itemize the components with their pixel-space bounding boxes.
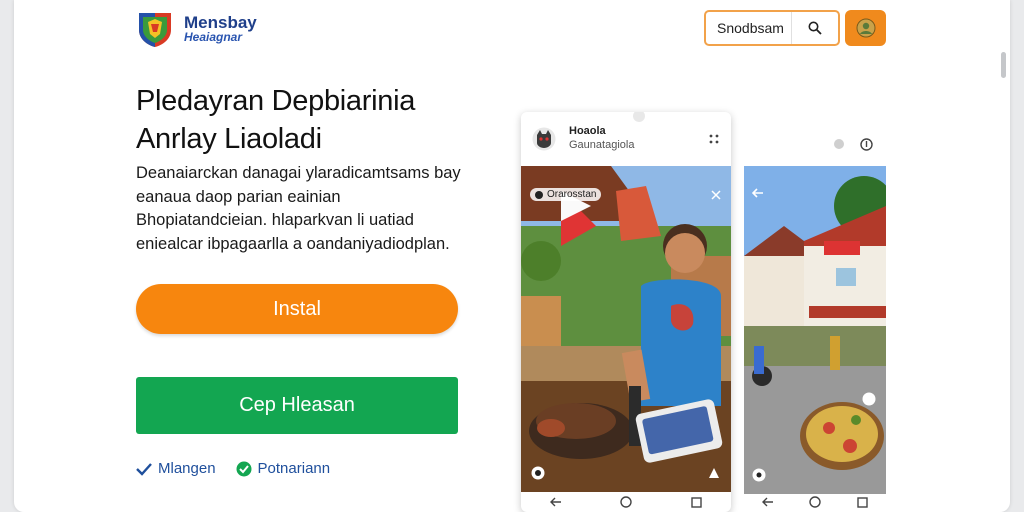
home-nav-icon[interactable] [620,496,633,508]
brand-text: Mensbay Heaiagnar [184,14,257,44]
phone-header: Hoaola Gaunatagiola [521,112,731,166]
feature-list: Mlangen Potnariann [136,460,330,477]
landing-page: Mensbay Heaiagnar Snodbsam Pledayran Dep… [14,0,1010,512]
recent-nav-icon[interactable] [857,496,868,508]
shield-logo-icon [139,13,171,47]
more-icon[interactable] [862,392,876,406]
hero-title-line1: Pledayran Depbiarinia [136,85,416,117]
feature-label: Mlangen [158,460,216,477]
scrollbar[interactable] [1001,52,1006,78]
check-icon [136,462,152,476]
photo-illustration [744,166,886,494]
hero-title: Pledayran Depbiarinia Anrlay Liaoladi [136,82,496,158]
avatar-icon [856,18,875,38]
phone-navbar [521,492,731,512]
comment-icon[interactable] [752,468,766,482]
camera-notch [633,112,645,122]
photo-tag[interactable]: Orarosstan [530,188,602,201]
camera-icon[interactable] [531,466,545,480]
brand-logo[interactable]: Mensbay Heaiagnar [136,10,257,48]
recent-nav-icon[interactable] [691,496,702,508]
app-title: Hoaola [569,125,606,137]
app-subtitle: Gaunatagiola [569,139,635,151]
phone-header [744,120,886,166]
profile-button[interactable] [845,10,886,46]
share-icon[interactable] [707,466,721,480]
photo-illustration [521,166,731,492]
brand-name: Mensbay [184,13,257,32]
back-nav-icon[interactable] [550,497,562,507]
close-icon[interactable] [711,190,721,200]
feature-item: Mlangen [136,460,216,477]
search-box[interactable]: Snodbsam [704,10,840,46]
cat-avatar-icon [532,127,556,151]
hero-title-line2: Anrlay Liaoladi [136,123,322,155]
phone-mockup-secondary [744,120,886,512]
back-arrow-icon[interactable] [752,188,764,198]
badge-check-icon [236,461,252,476]
home-nav-icon[interactable] [809,496,822,508]
phone-mockup-main: Hoaola Gaunatagiola Orarosstan [521,112,731,512]
street-food-photo [744,166,886,494]
tag-dot-icon [535,190,543,199]
search-input[interactable]: Snodbsam [706,12,792,44]
hero-description: Deanaiarckan danagai ylaradicamtsams bay… [136,164,461,253]
feature-label: Potnariann [257,460,331,477]
status-dot [834,139,844,149]
info-icon[interactable] [860,138,873,151]
brand-subtitle: Heaiagnar [184,30,243,44]
secondary-button[interactable]: Cep Hleasan [136,377,458,434]
photo-tag-label: Orarosstan [547,189,597,200]
feature-item: Potnariann [236,460,331,477]
search-button[interactable] [792,12,838,44]
grid-menu-icon[interactable] [709,134,719,144]
search-icon [808,21,822,35]
back-nav-icon[interactable] [761,497,774,507]
install-button[interactable]: Instal [136,284,458,334]
boy-photo: Orarosstan [521,166,731,492]
phone-navbar [744,492,886,512]
